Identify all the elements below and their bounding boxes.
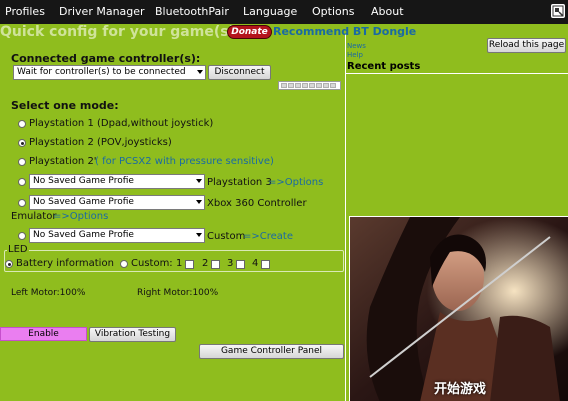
menu-bar: Profiles Driver Manager BluetoothPair La… bbox=[0, 0, 568, 24]
recent-posts-heading: Recent posts bbox=[347, 61, 421, 72]
right-motor-readout: Right Motor:100% bbox=[137, 288, 219, 298]
menu-bluetooth-pair[interactable]: BluetoothPair bbox=[155, 5, 229, 18]
connected-controllers-heading: Connected game controller(s): bbox=[11, 52, 201, 65]
mode-ps2-label: Playstation 2 (POV,joysticks) bbox=[29, 137, 172, 148]
mode-ps2-pressure-label: Playstation 2' bbox=[29, 156, 97, 167]
progress-segment bbox=[302, 83, 308, 88]
menu-about[interactable]: About bbox=[371, 5, 404, 18]
game-controller-panel-button[interactable]: Game Controller Panel bbox=[199, 344, 344, 359]
quick-config-title: Quick config for your game(s) bbox=[0, 24, 235, 40]
led-legend: LED bbox=[7, 244, 29, 255]
led-custom-label: Custom: bbox=[131, 258, 173, 269]
mode-ps2-radio[interactable] bbox=[18, 139, 26, 147]
custom-create-link[interactable]: =>Create bbox=[243, 231, 293, 242]
mode-xbox360-radio[interactable] bbox=[18, 199, 26, 207]
mode-ps2-pressure-note: ( for PCSX2 with pressure sensitive) bbox=[95, 156, 274, 167]
mode-ps1-label: Playstation 1 (Dpad,without joystick) bbox=[29, 118, 214, 129]
help-link[interactable]: Help bbox=[347, 51, 363, 59]
start-game-caption[interactable]: 开始游戏 bbox=[434, 378, 486, 397]
mode-ps3-radio[interactable] bbox=[18, 178, 26, 186]
menu-profiles[interactable]: Profiles bbox=[5, 5, 45, 18]
chevron-down-icon bbox=[196, 179, 202, 183]
led-channel-3-label: 3 bbox=[227, 258, 234, 269]
mode-custom-radio[interactable] bbox=[18, 232, 26, 240]
mode-ps2-pressure-radio[interactable] bbox=[18, 158, 26, 166]
news-link[interactable]: News bbox=[347, 42, 366, 50]
chevron-down-icon bbox=[196, 233, 202, 237]
progress-segment bbox=[288, 83, 294, 88]
led-battery-radio[interactable] bbox=[5, 260, 13, 268]
led-channel-2-label: 2 bbox=[202, 258, 209, 269]
chevron-down-icon bbox=[197, 70, 203, 74]
led-channel-4-checkbox[interactable] bbox=[261, 260, 270, 269]
vibration-testing-button[interactable]: Vibration Testing bbox=[89, 327, 176, 342]
disconnect-button[interactable]: Disconnect bbox=[208, 65, 271, 80]
ps3-profile-select[interactable]: No Saved Game Profie bbox=[29, 174, 205, 189]
progress-segment bbox=[281, 83, 287, 88]
emulator-options-link[interactable]: =>Options bbox=[53, 211, 108, 222]
progress-segment bbox=[295, 83, 301, 88]
menu-language[interactable]: Language bbox=[243, 5, 297, 18]
recent-posts-divider bbox=[346, 73, 568, 74]
xbox-profile-select-value: No Saved Game Profie bbox=[33, 197, 134, 207]
emulator-label: Emulator bbox=[11, 211, 57, 222]
window-gear-icon[interactable] bbox=[551, 4, 565, 18]
chevron-down-icon bbox=[196, 200, 202, 204]
led-channel-2-checkbox[interactable] bbox=[211, 260, 220, 269]
controller-select[interactable]: Wait for controller(s) to be connected bbox=[13, 65, 206, 80]
reload-page-button[interactable]: Reload this page bbox=[487, 38, 566, 53]
left-motor-readout: Left Motor:100% bbox=[11, 288, 86, 298]
mode-custom-label: Custom bbox=[207, 231, 246, 242]
custom-profile-select[interactable]: No Saved Game Profie bbox=[29, 228, 205, 243]
led-custom-radio[interactable] bbox=[120, 260, 128, 268]
menu-options[interactable]: Options bbox=[312, 5, 354, 18]
led-channel-1-checkbox[interactable] bbox=[185, 260, 194, 269]
controller-select-value: Wait for controller(s) to be connected bbox=[17, 67, 186, 77]
mode-ps3-label: Playstation 3 bbox=[207, 177, 272, 188]
led-channel-4-label: 4 bbox=[252, 258, 259, 269]
led-channel-1-label: 1 bbox=[176, 258, 183, 269]
game-hero-image bbox=[349, 216, 568, 401]
mode-xbox360-label: Xbox 360 Controller bbox=[207, 198, 307, 209]
xbox-profile-select[interactable]: No Saved Game Profie bbox=[29, 195, 205, 210]
select-mode-heading: Select one mode: bbox=[11, 99, 119, 112]
progress-segment bbox=[316, 83, 322, 88]
mode-ps1-radio[interactable] bbox=[18, 120, 26, 128]
progress-segment bbox=[323, 83, 329, 88]
led-channel-3-checkbox[interactable] bbox=[236, 260, 245, 269]
connection-progress-bar bbox=[278, 81, 341, 90]
ps3-profile-select-value: No Saved Game Profie bbox=[33, 176, 134, 186]
donate-button[interactable]: Donate bbox=[227, 25, 272, 39]
custom-profile-select-value: No Saved Game Profie bbox=[33, 230, 134, 240]
progress-segment bbox=[309, 83, 315, 88]
progress-segment bbox=[330, 83, 336, 88]
menu-driver-manager[interactable]: Driver Manager bbox=[59, 5, 145, 18]
ps3-options-link[interactable]: =>Options bbox=[268, 177, 323, 188]
enable-button[interactable]: Enable bbox=[0, 327, 87, 341]
recommend-bt-dongle-link[interactable]: Recommend BT Dongle bbox=[273, 25, 416, 38]
led-battery-label: Battery information bbox=[16, 258, 114, 269]
